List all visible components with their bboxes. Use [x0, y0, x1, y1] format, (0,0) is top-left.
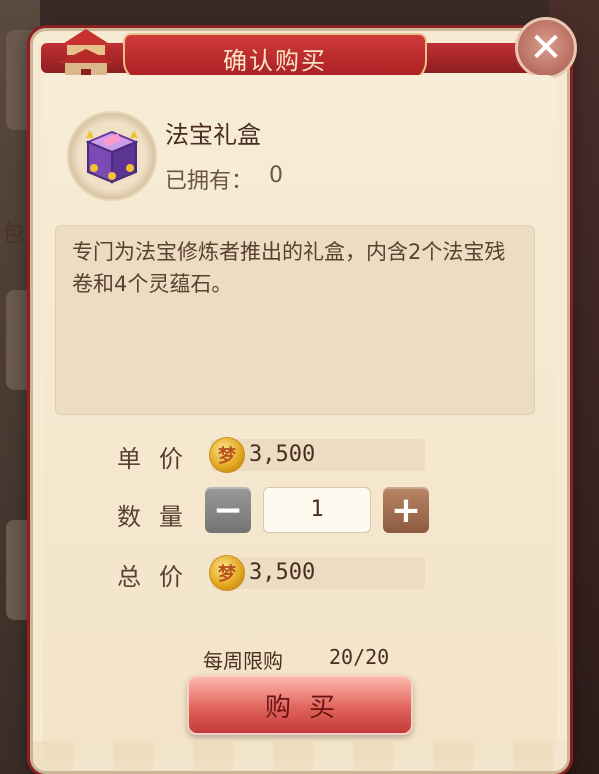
background-label: 包: [2, 222, 25, 247]
total-price-label: 总价: [117, 563, 201, 591]
item-description: 专门为法宝修炼者推出的礼盒，内含2个法宝残卷和4个灵蕴石。: [72, 240, 506, 296]
unit-price-label: 单价: [117, 445, 201, 473]
owned-label: 已拥有：: [165, 169, 254, 194]
plus-icon: +: [390, 489, 422, 531]
purchase-dialog: 确认购买 ✕ 法宝礼盒 已拥有： 0 专门为法宝修炼者推出的礼盒，内含2个法宝残…: [30, 17, 577, 774]
weekly-limit-label: 每周限购: [203, 649, 283, 673]
quantity-label: 数量: [117, 503, 201, 531]
gift-box-icon: [85, 130, 139, 184]
quantity-input[interactable]: 1: [263, 487, 371, 533]
buy-button-label: 购买: [264, 692, 353, 723]
description-box: 专门为法宝修炼者推出的礼盒，内含2个法宝残卷和4个灵蕴石。: [55, 225, 535, 415]
dialog-title: 确认购买: [223, 46, 327, 75]
decorative-cloud-border: [33, 741, 567, 771]
total-price-value: 3,500: [249, 560, 316, 585]
item-icon-frame: [67, 111, 157, 201]
weekly-limit-count: 20/20: [329, 645, 390, 669]
decrease-quantity-button[interactable]: −: [205, 487, 251, 533]
close-button[interactable]: ✕: [515, 17, 577, 79]
buy-button[interactable]: 购买: [187, 675, 413, 735]
increase-quantity-button[interactable]: +: [383, 487, 429, 533]
minus-icon: −: [212, 489, 244, 531]
item-name: 法宝礼盒: [165, 121, 261, 149]
gold-coin-icon: 梦: [209, 437, 245, 473]
unit-price-value: 3,500: [249, 442, 316, 467]
close-icon: ✕: [529, 25, 563, 71]
gold-coin-icon: 梦: [209, 555, 245, 591]
owned-count: 0: [269, 163, 283, 188]
